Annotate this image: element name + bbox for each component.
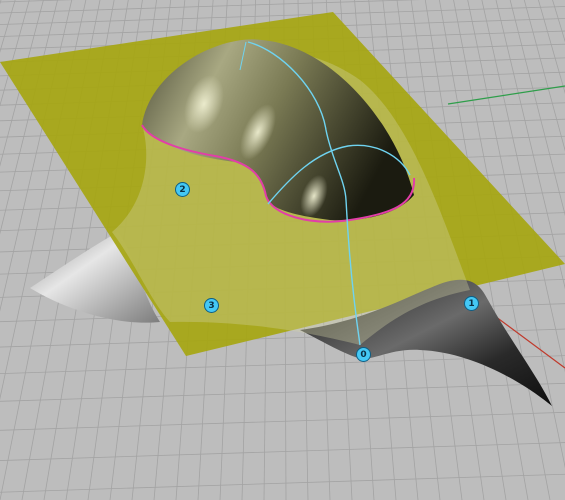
3d-viewport[interactable]: 0 1 2 3 xyxy=(0,0,565,500)
control-point-marker-2[interactable]: 2 xyxy=(175,182,190,197)
control-point-marker-1[interactable]: 1 xyxy=(464,296,479,311)
control-point-marker-3[interactable]: 3 xyxy=(204,298,219,313)
control-point-marker-0[interactable]: 0 xyxy=(356,347,371,362)
viewport-scene[interactable] xyxy=(0,0,565,500)
